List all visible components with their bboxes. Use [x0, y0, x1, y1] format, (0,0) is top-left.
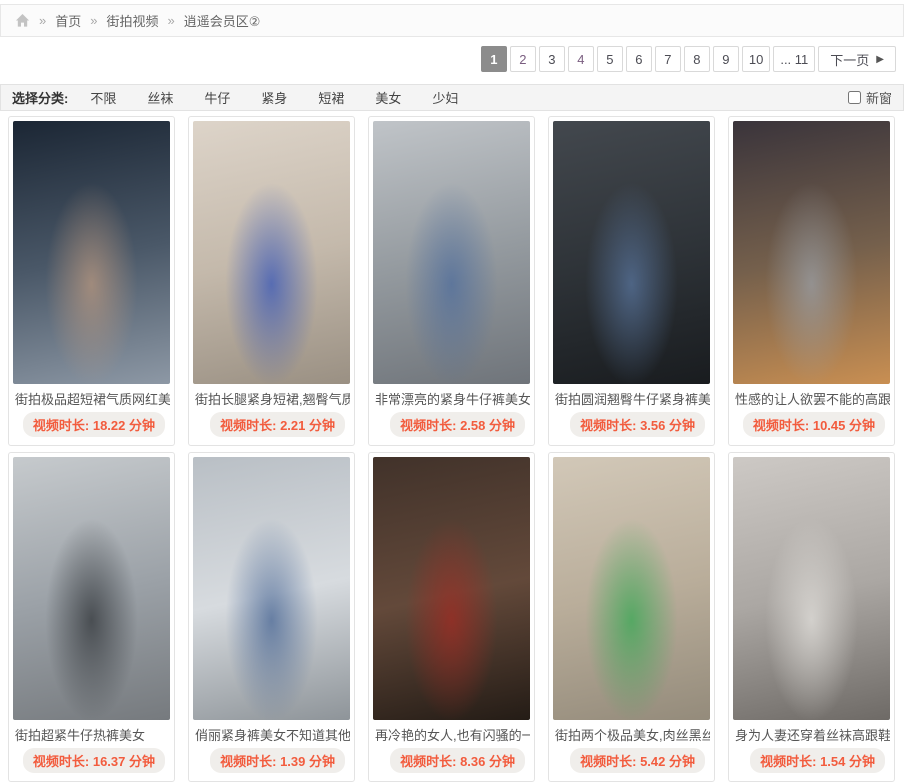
next-page-arrow-icon: ▶ [876, 54, 884, 65]
duration-badge: 视频时长: 3.56 分钟 [570, 412, 705, 437]
breadcrumb-separator: » [39, 13, 46, 28]
filter-option-denim[interactable]: 牛仔 [204, 88, 230, 107]
video-title[interactable]: 俏丽紧身裤美女不知道其他功夫.. [193, 726, 350, 745]
pagination: 1 2 3 4 5 6 7 8 9 10 ... 11 下一页 ▶ [0, 46, 896, 72]
page-button-1[interactable]: 1 [481, 46, 507, 72]
page-button-4[interactable]: 4 [568, 46, 594, 72]
video-title[interactable]: 再冷艳的女人,也有闪骚的一面 [373, 726, 530, 745]
page-button-ellipsis-11[interactable]: ... 11 [773, 46, 815, 72]
video-title[interactable]: 街拍圆润翘臀牛仔紧身裤美女 [553, 390, 710, 409]
video-title[interactable]: 街拍极品超短裙气质网红美女 [13, 390, 170, 409]
breadcrumb-item-home[interactable]: 首页 [55, 11, 81, 30]
next-page-button[interactable]: 下一页 ▶ [818, 46, 896, 72]
duration-badge: 视频时长: 5.42 分钟 [570, 748, 705, 773]
filter-option-tight[interactable]: 紧身 [261, 88, 287, 107]
duration-badge: 视频时长: 18.22 分钟 [23, 412, 165, 437]
video-card: 身为人妻还穿着丝袜高跟鞋出来.. 视频时长: 1.54 分钟 [728, 452, 895, 782]
video-title[interactable]: 身为人妻还穿着丝袜高跟鞋出来.. [733, 726, 890, 745]
breadcrumb-item-street-videos[interactable]: 街拍视频 [106, 11, 158, 30]
video-card: 街拍两个极品美女,肉丝黑丝让... 视频时长: 5.42 分钟 [548, 452, 715, 782]
video-thumbnail[interactable] [373, 457, 530, 720]
page-button-10[interactable]: 10 [742, 46, 770, 72]
video-grid: 街拍极品超短裙气质网红美女 视频时长: 18.22 分钟 街拍长腿紧身短裙,翘臀… [8, 116, 904, 782]
video-card: 再冷艳的女人,也有闪骚的一面 视频时长: 8.36 分钟 [368, 452, 535, 782]
breadcrumb-item-member-zone[interactable]: 逍遥会员区② [184, 11, 261, 30]
new-window-checkbox[interactable] [848, 91, 861, 104]
video-thumbnail[interactable] [193, 457, 350, 720]
video-thumbnail[interactable] [733, 121, 890, 384]
video-title[interactable]: 非常漂亮的紧身牛仔裤美女 [373, 390, 530, 409]
video-card: 街拍极品超短裙气质网红美女 视频时长: 18.22 分钟 [8, 116, 175, 446]
video-card: 街拍圆润翘臀牛仔紧身裤美女 视频时长: 3.56 分钟 [548, 116, 715, 446]
video-card: 非常漂亮的紧身牛仔裤美女 视频时长: 2.58 分钟 [368, 116, 535, 446]
duration-badge: 视频时长: 1.39 分钟 [210, 748, 345, 773]
filter-option-skirt[interactable]: 短裙 [318, 88, 344, 107]
video-title[interactable]: 性感的让人欲罢不能的高跟鞋美.. [733, 390, 890, 409]
video-title[interactable]: 街拍长腿紧身短裙,翘臀气质少妇 [193, 390, 350, 409]
duration-badge: 视频时长: 2.58 分钟 [390, 412, 525, 437]
filter-option-beauty[interactable]: 美女 [375, 88, 401, 107]
video-card: 街拍长腿紧身短裙,翘臀气质少妇 视频时长: 2.21 分钟 [188, 116, 355, 446]
video-title[interactable]: 街拍两个极品美女,肉丝黑丝让... [553, 726, 710, 745]
filter-option-young[interactable]: 少妇 [432, 88, 458, 107]
next-page-label: 下一页 [830, 50, 869, 69]
breadcrumb-separator: » [168, 13, 175, 28]
video-thumbnail[interactable] [193, 121, 350, 384]
new-window-toggle[interactable]: 新窗 [848, 88, 892, 107]
video-card: 街拍超紧牛仔热裤美女 视频时长: 16.37 分钟 [8, 452, 175, 782]
duration-badge: 视频时长: 10.45 分钟 [743, 412, 885, 437]
breadcrumb: » 首页 » 街拍视频 » 逍遥会员区② [0, 4, 904, 37]
duration-badge: 视频时长: 2.21 分钟 [210, 412, 345, 437]
page-button-6[interactable]: 6 [626, 46, 652, 72]
category-filter-bar: 选择分类: 不限 丝袜 牛仔 紧身 短裙 美女 少妇 新窗 [0, 84, 904, 111]
video-thumbnail[interactable] [553, 121, 710, 384]
page-button-5[interactable]: 5 [597, 46, 623, 72]
video-thumbnail[interactable] [13, 121, 170, 384]
video-card: 性感的让人欲罢不能的高跟鞋美.. 视频时长: 10.45 分钟 [728, 116, 895, 446]
home-icon[interactable] [15, 13, 30, 28]
filter-option-all[interactable]: 不限 [90, 88, 116, 107]
filter-label: 选择分类: [12, 88, 68, 107]
page-button-9[interactable]: 9 [713, 46, 739, 72]
duration-badge: 视频时长: 1.54 分钟 [750, 748, 885, 773]
page-button-2[interactable]: 2 [510, 46, 536, 72]
video-card: 俏丽紧身裤美女不知道其他功夫.. 视频时长: 1.39 分钟 [188, 452, 355, 782]
video-thumbnail[interactable] [553, 457, 710, 720]
page-button-8[interactable]: 8 [684, 46, 710, 72]
video-thumbnail[interactable] [13, 457, 170, 720]
filter-option-stockings[interactable]: 丝袜 [147, 88, 173, 107]
video-thumbnail[interactable] [733, 457, 890, 720]
duration-badge: 视频时长: 8.36 分钟 [390, 748, 525, 773]
page-button-7[interactable]: 7 [655, 46, 681, 72]
video-title[interactable]: 街拍超紧牛仔热裤美女 [13, 726, 170, 745]
video-thumbnail[interactable] [373, 121, 530, 384]
duration-badge: 视频时长: 16.37 分钟 [23, 748, 165, 773]
page-button-3[interactable]: 3 [539, 46, 565, 72]
new-window-label: 新窗 [866, 88, 892, 107]
breadcrumb-separator: » [90, 13, 97, 28]
